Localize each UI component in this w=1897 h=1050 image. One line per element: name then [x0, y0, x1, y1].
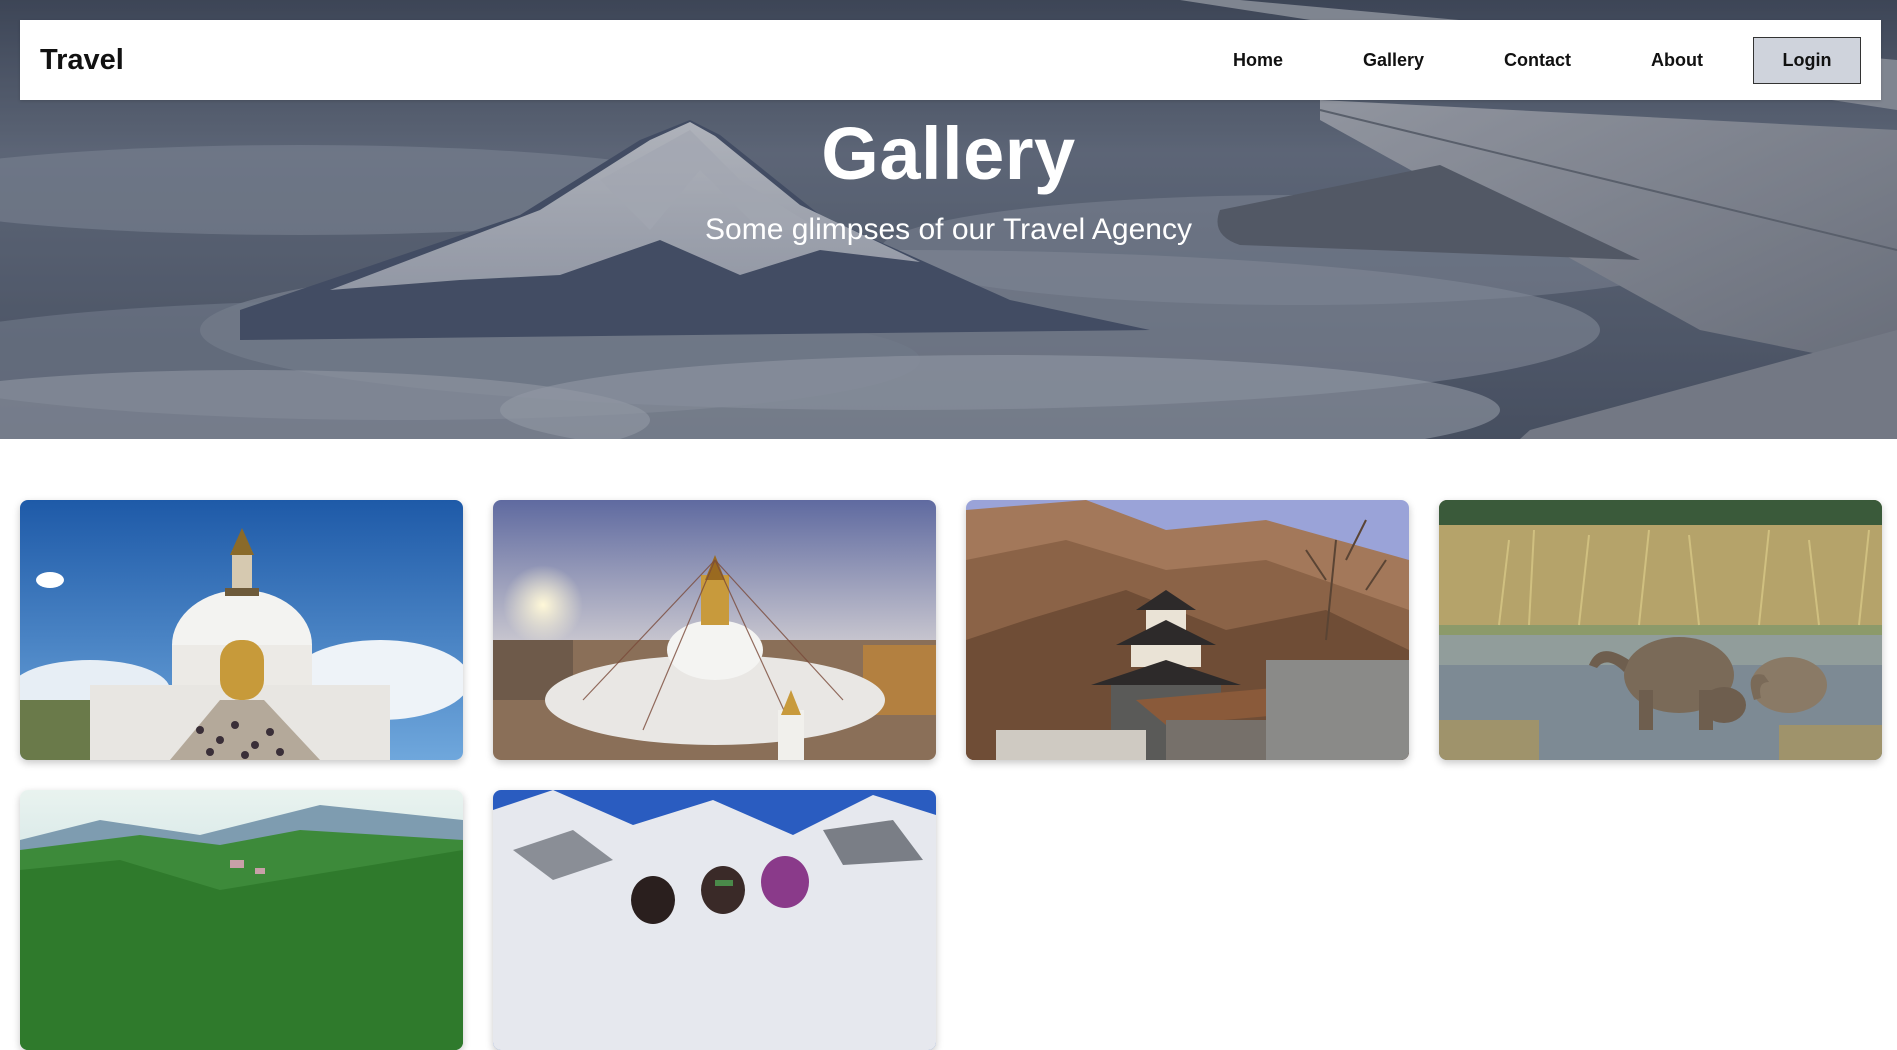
white-stupa-photo: [20, 500, 463, 760]
green-hills-tea-garden-photo: [20, 790, 463, 1050]
nav-link-gallery[interactable]: Gallery: [1363, 50, 1424, 71]
gallery-item-elephants[interactable]: [1439, 500, 1882, 760]
nav-links: Home Gallery Contact About Login: [1233, 20, 1881, 100]
gallery-item-boudhanath[interactable]: [493, 500, 936, 760]
page-subtitle: Some glimpses of our Travel Agency: [705, 213, 1192, 246]
nav-link-contact[interactable]: Contact: [1504, 50, 1571, 71]
pagoda-temple-mountain-photo: [966, 500, 1409, 760]
brand-logo[interactable]: Travel: [40, 20, 124, 100]
gallery-item-green-hills[interactable]: [20, 790, 463, 1050]
gallery-grid: [20, 500, 1882, 1050]
nav-link-about[interactable]: About: [1651, 50, 1703, 71]
login-button[interactable]: Login: [1753, 36, 1861, 84]
elephants-river-photo: [1439, 500, 1882, 760]
climbers-snow-mountain-photo: [493, 790, 936, 1050]
page-title: Gallery: [821, 112, 1076, 195]
boudhanath-stupa-photo: [493, 500, 936, 760]
gallery-item-white-stupa[interactable]: [20, 500, 463, 760]
gallery-item-pagoda-temple[interactable]: [966, 500, 1409, 760]
gallery-item-climbers[interactable]: [493, 790, 936, 1050]
nav-link-home[interactable]: Home: [1233, 50, 1283, 71]
navbar: Travel Home Gallery Contact About Login: [20, 20, 1881, 100]
